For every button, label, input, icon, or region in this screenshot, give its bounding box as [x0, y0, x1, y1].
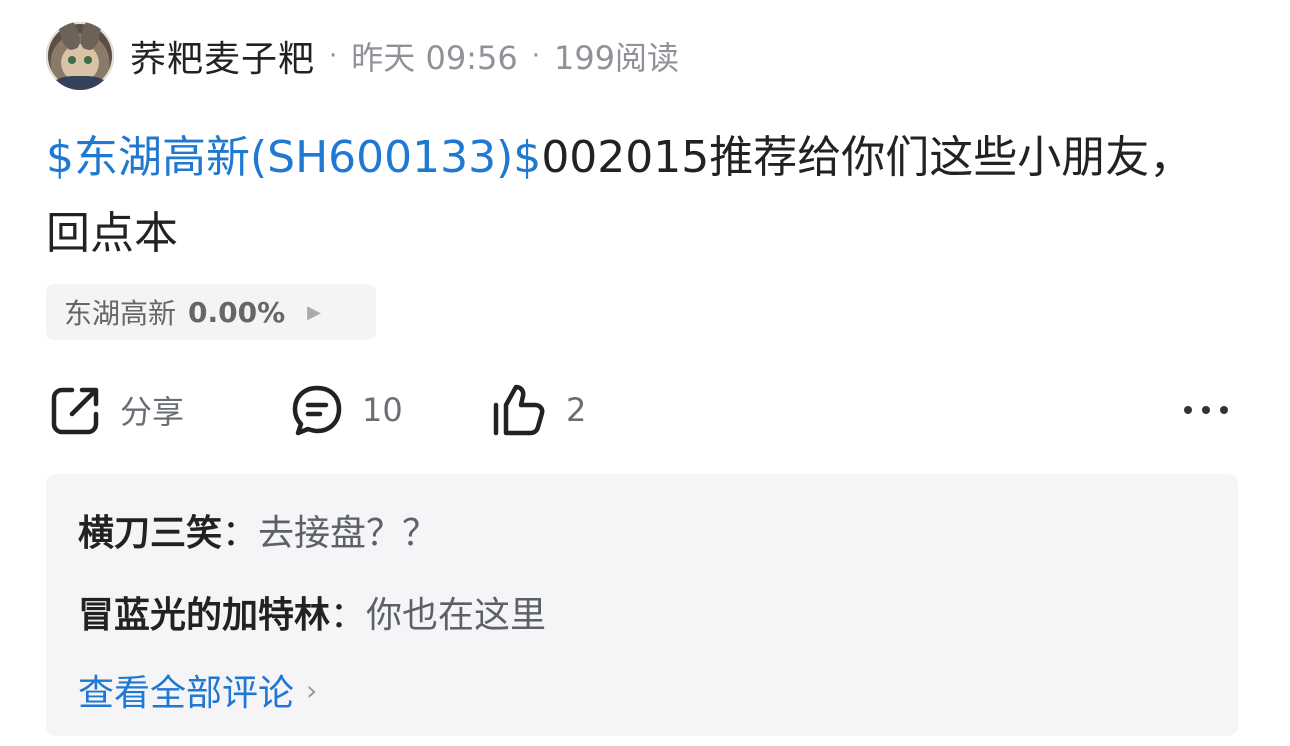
comment-text: 去接盘？？	[258, 513, 439, 554]
comment-text: 你也在这里	[366, 595, 547, 636]
more-dots-icon	[1184, 406, 1228, 414]
stock-quote-chip[interactable]: 东湖高新 0.00% ▶	[46, 284, 376, 340]
post-content: $东湖高新(SH600133)$002015推荐给你们这些小朋友，回点本	[46, 120, 1236, 272]
comment-item[interactable]: 冒蓝光的加特林：你也在这里	[78, 586, 546, 638]
comment-bubble-icon	[292, 385, 342, 436]
view-all-comments-link[interactable]: 查看全部评论 ›	[78, 664, 317, 716]
avatar-shirt	[54, 76, 106, 90]
avatar-ear	[78, 22, 104, 52]
action-bar: 分享 10 2	[46, 378, 1240, 442]
share-label: 分享	[120, 393, 185, 431]
username[interactable]: 荞粑麦子粑	[130, 30, 315, 82]
view-all-label: 查看全部评论	[78, 673, 295, 714]
avatar-eye	[84, 56, 92, 64]
comment-colon: ：	[222, 513, 259, 554]
post-header: 荞粑麦子粑 · 昨天 09:56 · 199阅读	[46, 22, 679, 90]
thumbs-up-icon	[493, 384, 545, 436]
more-options-button[interactable]	[1182, 378, 1230, 442]
comment-author[interactable]: 冒蓝光的加特林	[78, 595, 330, 636]
avatar-ear	[55, 22, 83, 52]
chevron-right-icon: ›	[306, 673, 318, 707]
stock-name: 东湖高新	[64, 297, 177, 330]
like-button[interactable]: 2	[492, 378, 586, 442]
post-time: 昨天 09:56	[351, 39, 518, 77]
comment-count: 10	[362, 391, 403, 429]
share-icon	[51, 387, 99, 435]
stock-link[interactable]: $东湖高新(SH600133)$	[46, 132, 541, 183]
avatar-eye	[68, 56, 76, 64]
comment-button[interactable]: 10	[290, 378, 403, 442]
separator-dot: ·	[531, 41, 540, 71]
play-arrow-icon: ▶	[307, 301, 321, 323]
like-count: 2	[566, 391, 587, 429]
share-button[interactable]: 分享	[50, 378, 184, 442]
comment-author[interactable]: 横刀三笑	[78, 513, 222, 554]
separator-dot: ·	[329, 41, 338, 71]
post-meta: · 昨天 09:56 · 199阅读	[329, 33, 679, 79]
read-count: 199阅读	[553, 39, 680, 77]
avatar[interactable]	[46, 22, 114, 90]
stock-change: 0.00%	[188, 295, 286, 329]
comment-colon: ：	[330, 595, 367, 636]
comments-panel: 横刀三笑：去接盘？？ 冒蓝光的加特林：你也在这里 查看全部评论 ›	[46, 474, 1238, 736]
comment-item[interactable]: 横刀三笑：去接盘？？	[78, 504, 438, 556]
